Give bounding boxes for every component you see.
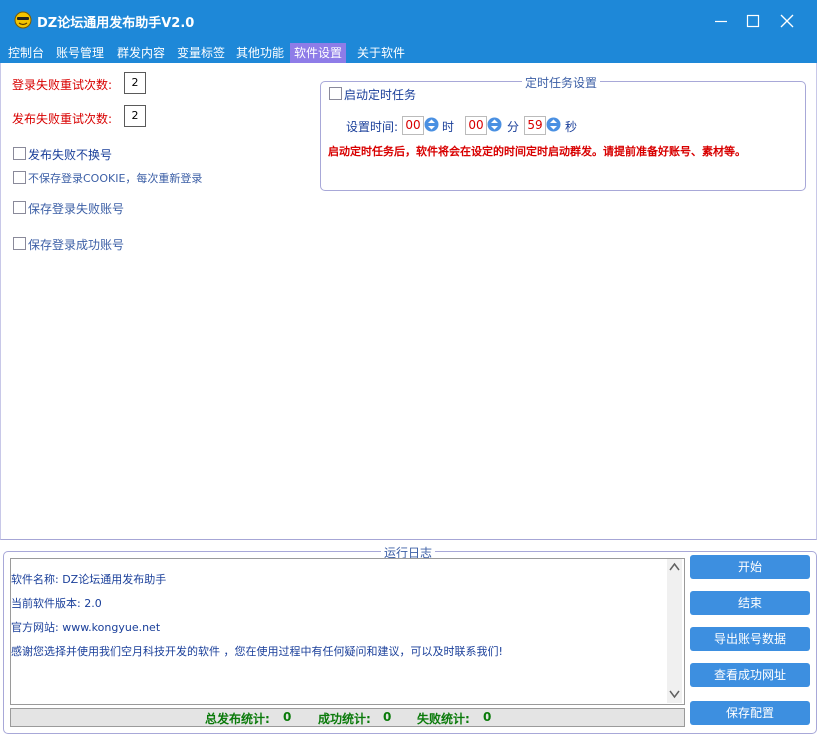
total-stats-label: 总发布统计: <box>205 712 270 726</box>
stop-button[interactable]: 结束 <box>690 591 810 615</box>
timer-note: 启动定时任务后，软件将会在设定的时间定时启动群发。请提前准备好账号、素材等。 <box>328 145 746 158</box>
save-success-login-label: 保存登录成功账号 <box>28 238 125 252</box>
success-stats-value: 0 <box>383 710 392 724</box>
tab-bulk-content[interactable]: 群发内容 <box>113 43 169 63</box>
maximize-button[interactable] <box>738 7 768 35</box>
log-line: 当前软件版本: 2.0 <box>11 597 102 610</box>
success-stats-label: 成功统计: <box>318 712 371 726</box>
save-failed-login-label: 保存登录失败账号 <box>28 202 125 216</box>
log-textarea[interactable]: 软件名称: DZ论坛通用发布助手 当前软件版本: 2.0 官方网站: www.k… <box>10 558 685 705</box>
enable-timer-label: 启动定时任务 <box>344 88 417 102</box>
second-value[interactable]: 59 <box>524 116 546 135</box>
enable-timer-checkbox[interactable] <box>329 87 342 100</box>
tab-software-settings[interactable]: 软件设置 <box>290 43 347 63</box>
fail-stats-label: 失败统计: <box>417 712 470 726</box>
fail-stats-value: 0 <box>483 710 492 724</box>
publish-retry-input[interactable]: 2 <box>124 105 146 127</box>
save-success-login-checkbox[interactable] <box>13 237 26 250</box>
publish-retry-label: 发布失败重试次数: <box>12 112 113 126</box>
no-switch-on-fail-label: 发布失败不换号 <box>28 148 113 162</box>
minute-unit: 分 <box>507 120 520 134</box>
window-title: DZ论坛通用发布助手V2.0 <box>37 16 195 31</box>
tab-about[interactable]: 关于软件 <box>353 43 409 63</box>
title-bar: DZ论坛通用发布助手V2.0 <box>0 0 817 43</box>
login-retry-input[interactable]: 2 <box>124 72 146 94</box>
hour-value[interactable]: 00 <box>402 116 424 135</box>
log-line: 软件名称: DZ论坛通用发布助手 <box>11 573 167 586</box>
hour-spin-arrows-icon[interactable] <box>424 116 439 133</box>
close-icon <box>780 14 794 28</box>
save-config-button[interactable]: 保存配置 <box>690 701 810 725</box>
close-button[interactable] <box>772 7 802 35</box>
stats-bar: 总发布统计: 0 成功统计: 0 失败统计: 0 <box>10 708 685 727</box>
no-save-cookie-label: 不保存登录COOKIE，每次重新登录 <box>28 172 203 185</box>
log-scrollbar[interactable] <box>667 559 682 703</box>
save-failed-login-checkbox[interactable] <box>13 201 26 214</box>
tab-console[interactable]: 控制台 <box>4 43 48 63</box>
minimize-button[interactable] <box>706 7 736 35</box>
minute-spin-arrows-icon[interactable] <box>487 116 502 133</box>
start-button[interactable]: 开始 <box>690 555 810 579</box>
second-unit: 秒 <box>565 120 578 134</box>
view-success-urls-button[interactable]: 查看成功网址 <box>690 663 810 687</box>
time-label: 设置时间: <box>346 120 399 134</box>
export-accounts-button[interactable]: 导出账号数据 <box>690 627 810 651</box>
no-switch-on-fail-checkbox[interactable] <box>13 147 26 160</box>
no-save-cookie-checkbox[interactable] <box>13 171 26 184</box>
tab-bar: 控制台 账号管理 群发内容 变量标签 其他功能 软件设置 关于软件 <box>0 43 817 63</box>
maximize-icon <box>746 14 760 28</box>
minute-value[interactable]: 00 <box>465 116 487 135</box>
second-spin-arrows-icon[interactable] <box>546 116 561 133</box>
scroll-down-icon[interactable] <box>669 689 680 699</box>
log-line: 感谢您选择并使用我们空月科技开发的软件 ，您在使用过程中有任何疑问和建议，可以及… <box>11 645 503 658</box>
scroll-up-icon[interactable] <box>669 562 680 572</box>
log-line: 官方网站: www.kongyue.net <box>11 621 161 634</box>
hour-unit: 时 <box>442 120 455 134</box>
minimize-icon <box>715 20 727 23</box>
tab-other-functions[interactable]: 其他功能 <box>232 43 288 63</box>
tab-variable-tags[interactable]: 变量标签 <box>173 43 229 63</box>
app-logo-icon <box>14 11 32 29</box>
total-stats-value: 0 <box>283 710 292 724</box>
timer-group-title: 定时任务设置 <box>522 74 601 91</box>
tab-account-management[interactable]: 账号管理 <box>52 43 108 63</box>
login-retry-label: 登录失败重试次数: <box>12 78 113 92</box>
